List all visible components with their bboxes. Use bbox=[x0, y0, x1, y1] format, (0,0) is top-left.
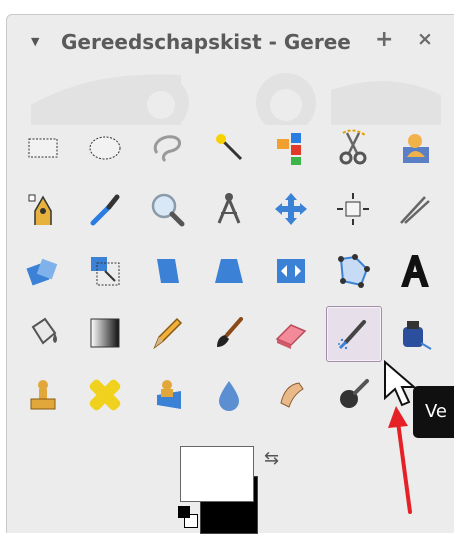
compass-icon bbox=[217, 193, 241, 224]
red-arrow-annotation bbox=[388, 406, 412, 514]
gradient-icon bbox=[90, 318, 120, 348]
ink-icon bbox=[403, 321, 432, 350]
fuzzy-select-tool[interactable] bbox=[202, 120, 256, 174]
perspective-tool[interactable] bbox=[202, 244, 256, 298]
add-tab-button[interactable]: + bbox=[375, 27, 393, 52]
pencil-icon bbox=[153, 317, 183, 350]
smudge-tool[interactable] bbox=[264, 368, 318, 422]
ink-tool[interactable] bbox=[388, 306, 442, 360]
bucket-fill-tool[interactable] bbox=[16, 306, 70, 360]
move-icon bbox=[275, 193, 307, 225]
close-button[interactable]: × bbox=[417, 28, 433, 50]
perspective-clone-tool[interactable] bbox=[140, 368, 194, 422]
crop-icon bbox=[400, 196, 430, 224]
zoom-tool[interactable] bbox=[140, 182, 194, 236]
crop-tool[interactable] bbox=[388, 182, 442, 236]
bucket-icon bbox=[31, 317, 57, 345]
foreground-select-icon bbox=[403, 134, 429, 163]
pencil-tool[interactable] bbox=[140, 306, 194, 360]
free-select-tool[interactable] bbox=[140, 120, 194, 174]
collapse-arrow-icon[interactable]: ▼ bbox=[31, 35, 39, 48]
window-title: Gereedschapskist - Geree bbox=[61, 30, 351, 54]
flip-tool[interactable] bbox=[264, 244, 318, 298]
eyedropper-icon bbox=[90, 194, 120, 226]
shear-tool[interactable] bbox=[140, 244, 194, 298]
foreground-color-swatch[interactable] bbox=[180, 446, 254, 502]
paths-icon bbox=[28, 194, 52, 225]
ellipse-select-tool[interactable] bbox=[78, 120, 132, 174]
rect-select-icon bbox=[28, 138, 58, 158]
select-by-color-tool[interactable] bbox=[264, 120, 318, 174]
clone-tool[interactable] bbox=[16, 368, 70, 422]
perspective-clone-icon bbox=[157, 380, 181, 409]
title-bar[interactable]: ▼ Gereedschapskist - Geree + × bbox=[7, 15, 454, 67]
wilber-drop-area bbox=[31, 73, 441, 125]
airbrush-tool[interactable] bbox=[326, 306, 382, 362]
dodge-burn-tool[interactable] bbox=[326, 368, 380, 422]
swap-colors-icon[interactable]: ⇆ bbox=[264, 448, 279, 469]
eraser-icon bbox=[275, 324, 307, 349]
scale-tool[interactable] bbox=[78, 244, 132, 298]
blur-sharpen-tool[interactable] bbox=[202, 368, 256, 422]
ellipse-select-icon bbox=[89, 136, 121, 160]
heal-icon bbox=[89, 379, 121, 411]
text-icon bbox=[401, 255, 429, 287]
rotate-tool[interactable] bbox=[16, 244, 70, 298]
scale-icon bbox=[91, 257, 120, 286]
paintbrush-tool[interactable] bbox=[202, 306, 256, 360]
scissors-select-tool[interactable] bbox=[326, 120, 380, 174]
blend-tool[interactable] bbox=[78, 306, 132, 360]
eraser-tool[interactable] bbox=[264, 306, 318, 360]
smudge-icon bbox=[280, 382, 304, 408]
lasso-icon bbox=[153, 135, 181, 163]
color-select-icon bbox=[277, 133, 301, 165]
scissors-icon bbox=[339, 129, 367, 165]
align-tool[interactable] bbox=[326, 182, 380, 236]
move-tool[interactable] bbox=[264, 182, 318, 236]
foreground-select-tool[interactable] bbox=[388, 120, 442, 174]
rect-select-tool[interactable] bbox=[16, 120, 70, 174]
paths-tool[interactable] bbox=[16, 182, 70, 236]
airbrush-icon bbox=[338, 320, 366, 350]
align-icon bbox=[337, 193, 369, 225]
shear-icon bbox=[157, 259, 179, 283]
magic-wand-icon bbox=[216, 134, 243, 161]
clone-stamp-icon bbox=[30, 380, 56, 410]
perspective-icon bbox=[215, 259, 243, 283]
flip-icon bbox=[277, 259, 305, 283]
magnifier-icon bbox=[151, 193, 185, 227]
rotate-icon bbox=[26, 258, 58, 286]
color-area: ⇆ bbox=[170, 446, 290, 534]
measure-tool[interactable] bbox=[202, 182, 256, 236]
default-colors-icon[interactable] bbox=[178, 506, 198, 528]
color-picker-tool[interactable] bbox=[78, 182, 132, 236]
cage-transform-tool[interactable] bbox=[326, 244, 380, 298]
text-tool[interactable] bbox=[388, 244, 442, 298]
cage-icon bbox=[338, 254, 370, 288]
dodge-burn-icon bbox=[340, 379, 369, 408]
tooltip-text: Ve bbox=[425, 401, 447, 422]
heal-tool[interactable] bbox=[78, 368, 132, 422]
water-drop-icon bbox=[219, 381, 239, 411]
brush-icon bbox=[217, 317, 243, 347]
